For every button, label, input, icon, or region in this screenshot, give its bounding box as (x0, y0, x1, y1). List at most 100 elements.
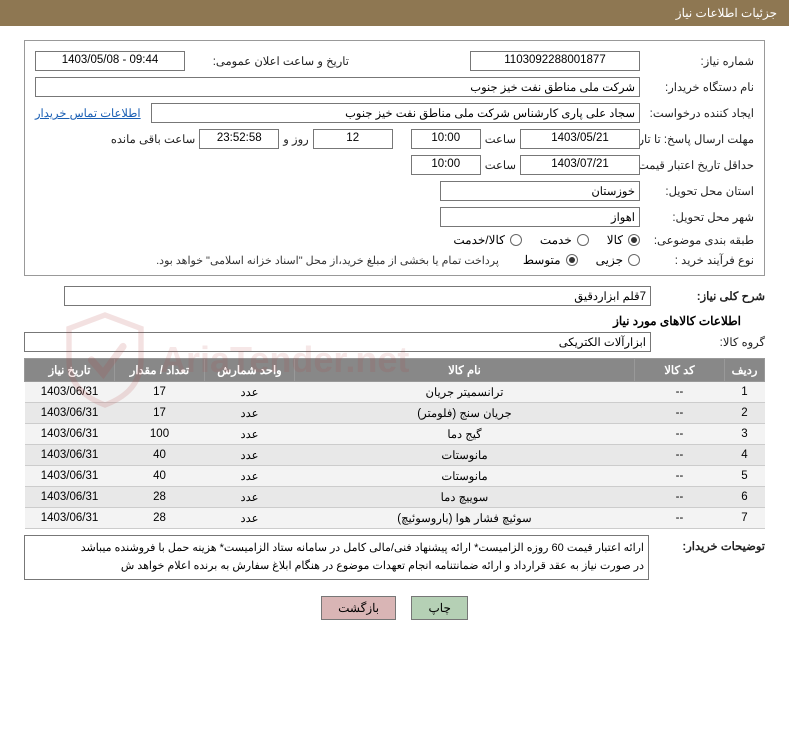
th-code: کد کالا (635, 359, 725, 382)
cell-name: سوئیچ فشار هوا (باروسوئیچ) (295, 508, 635, 529)
th-qty: تعداد / مقدار (115, 359, 205, 382)
cell-date: 1403/06/31 (25, 424, 115, 445)
days-left-value: 12 (313, 129, 393, 149)
city-value: اهواز (440, 207, 640, 227)
process-group: جزیی متوسط (523, 253, 640, 267)
main-frame: شماره نیاز: 1103092288001877 تاریخ و ساع… (24, 40, 765, 276)
radio-empty-icon (577, 234, 589, 246)
cell-row: 5 (725, 466, 765, 487)
cell-name: سوییچ دما (295, 487, 635, 508)
table-row: 2--جریان سنج (فلومتر)عدد171403/06/31 (25, 403, 765, 424)
cell-name: مانوستات (295, 466, 635, 487)
province-label: استان محل تحویل: (644, 184, 754, 198)
remaining-time-value: 23:52:58 (199, 129, 279, 149)
cell-name: مانوستات (295, 445, 635, 466)
overall-label: شرح کلی نیاز: (655, 289, 765, 303)
cell-qty: 100 (115, 424, 205, 445)
cell-name: گیج دما (295, 424, 635, 445)
table-row: 1--ترانسمیتر جریانعدد171403/06/31 (25, 382, 765, 403)
cell-qty: 28 (115, 508, 205, 529)
cell-unit: عدد (205, 487, 295, 508)
process-medium-radio[interactable]: متوسط (523, 253, 578, 267)
cell-date: 1403/06/31 (25, 382, 115, 403)
radio-empty-icon (510, 234, 522, 246)
days-left-post: روز و (283, 132, 308, 146)
cell-code: -- (635, 382, 725, 403)
need-no-value: 1103092288001877 (470, 51, 640, 71)
cell-unit: عدد (205, 445, 295, 466)
cell-code: -- (635, 424, 725, 445)
cell-code: -- (635, 508, 725, 529)
cell-row: 7 (725, 508, 765, 529)
cell-row: 4 (725, 445, 765, 466)
overall-value: 7قلم ابزاردقیق (64, 286, 651, 306)
contact-link[interactable]: اطلاعات تماس خریدار (35, 106, 141, 120)
cell-qty: 40 (115, 445, 205, 466)
cell-code: -- (635, 403, 725, 424)
cell-qty: 17 (115, 403, 205, 424)
radio-checked-icon (628, 234, 640, 246)
cell-name: ترانسمیتر جریان (295, 382, 635, 403)
cell-date: 1403/06/31 (25, 466, 115, 487)
page-title: جزئیات اطلاعات نیاز (0, 0, 789, 26)
radio-empty-icon (628, 254, 640, 266)
goods-group-label: گروه کالا: (655, 335, 765, 349)
cell-row: 6 (725, 487, 765, 508)
classify-both-radio[interactable]: کالا/خدمت (453, 233, 521, 247)
print-button[interactable]: چاپ (411, 596, 467, 620)
back-button[interactable]: بازگشت (321, 596, 396, 620)
org-label: نام دستگاه خریدار: (644, 80, 754, 94)
price-valid-time: 10:00 (411, 155, 481, 175)
requester-label: ایجاد کننده درخواست: (644, 106, 754, 120)
need-no-label: شماره نیاز: (644, 54, 754, 68)
table-row: 6--سوییچ دماعدد281403/06/31 (25, 487, 765, 508)
remaining-label: ساعت باقی مانده (111, 132, 195, 146)
price-valid-label: حداقل تاریخ اعتبار قیمت: تا تاریخ: (644, 158, 754, 172)
cell-date: 1403/06/31 (25, 403, 115, 424)
requester-value: سجاد علی پاری کارشناس شرکت ملی مناطق نفت… (151, 103, 640, 123)
cell-row: 1 (725, 382, 765, 403)
cell-qty: 40 (115, 466, 205, 487)
process-small-radio[interactable]: جزیی (596, 253, 640, 267)
cell-code: -- (635, 445, 725, 466)
table-row: 3--گیج دماعدد1001403/06/31 (25, 424, 765, 445)
reply-time-label: ساعت (485, 132, 516, 146)
th-row: ردیف (725, 359, 765, 382)
cell-date: 1403/06/31 (25, 445, 115, 466)
cell-unit: عدد (205, 403, 295, 424)
org-value: شرکت ملی مناطق نفت خیز جنوب (35, 77, 640, 97)
cell-unit: عدد (205, 382, 295, 403)
table-row: 7--سوئیچ فشار هوا (باروسوئیچ)عدد281403/0… (25, 508, 765, 529)
buyer-notes-label: توضیحات خریدار: (655, 535, 765, 553)
process-label: نوع فرآیند خرید : (644, 253, 754, 267)
cell-date: 1403/06/31 (25, 508, 115, 529)
reply-time-value: 10:00 (411, 129, 481, 149)
cell-unit: عدد (205, 508, 295, 529)
classify-service-radio[interactable]: خدمت (540, 233, 589, 247)
city-label: شهر محل تحویل: (644, 210, 754, 224)
reply-date-value: 1403/05/21 (520, 129, 640, 149)
cell-row: 2 (725, 403, 765, 424)
cell-code: -- (635, 487, 725, 508)
button-bar: چاپ بازگشت (0, 586, 789, 634)
th-name: نام کالا (295, 359, 635, 382)
cell-qty: 17 (115, 382, 205, 403)
goods-group-value: ابزارآلات الکتریکی (24, 332, 651, 352)
goods-table: ردیف کد کالا نام کالا واحد شمارش تعداد /… (24, 358, 765, 529)
cell-code: -- (635, 466, 725, 487)
price-valid-time-label: ساعت (485, 158, 516, 172)
radio-checked-icon (566, 254, 578, 266)
cell-row: 3 (725, 424, 765, 445)
price-valid-date: 1403/07/21 (520, 155, 640, 175)
reply-deadline-label: مهلت ارسال پاسخ: تا تاریخ: (644, 132, 754, 146)
goods-section-title: اطلاعات کالاهای مورد نیاز (0, 314, 769, 328)
table-row: 5--مانوستاتعدد401403/06/31 (25, 466, 765, 487)
th-unit: واحد شمارش (205, 359, 295, 382)
classify-label: طبقه بندی موضوعی: (644, 233, 754, 247)
classify-goods-radio[interactable]: کالا (607, 233, 640, 247)
buyer-notes-value: ارائه اعتبار قیمت 60 روزه الزامیست* ارائ… (24, 535, 649, 580)
cell-unit: عدد (205, 424, 295, 445)
table-row: 4--مانوستاتعدد401403/06/31 (25, 445, 765, 466)
cell-name: جریان سنج (فلومتر) (295, 403, 635, 424)
classify-group: کالا خدمت کالا/خدمت (453, 233, 640, 247)
